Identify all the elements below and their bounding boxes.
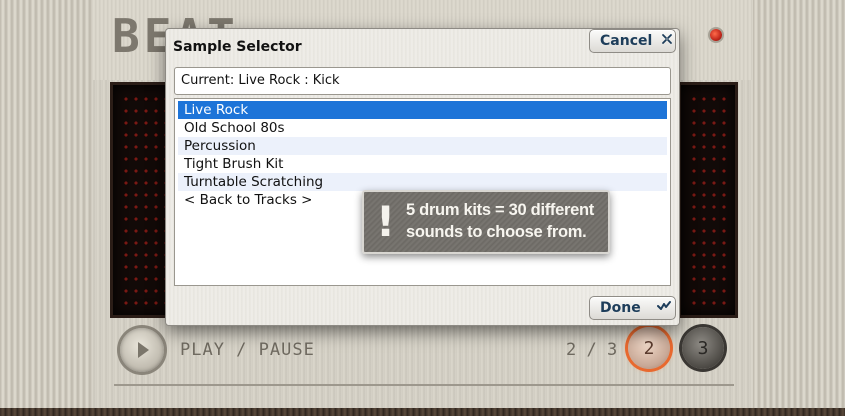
right-side-rail <box>753 0 845 408</box>
callout-line-1: 5 drum kits = 30 different <box>406 201 594 219</box>
list-item-turntable-scratching[interactable]: Turntable Scratching <box>178 173 667 191</box>
current-sample-field: Current: Live Rock : Kick <box>174 67 671 95</box>
callout-text: 5 drum kits = 30 different sounds to cho… <box>406 199 606 243</box>
power-led <box>710 29 722 41</box>
list-item-live-rock[interactable]: Live Rock <box>178 101 667 119</box>
cancel-label: Cancel <box>600 33 653 49</box>
page-indicator: 2 / 3 <box>566 340 618 360</box>
checkmark-icon <box>656 300 671 316</box>
list-item-tight-brush-kit[interactable]: Tight Brush Kit <box>178 155 667 173</box>
divider <box>114 384 734 386</box>
play-pause-button[interactable] <box>120 328 164 372</box>
list-item-old-school-80s[interactable]: Old School 80s <box>178 119 667 137</box>
sample-selector-dialog: Sample Selector Cancel Current: Live Roc… <box>166 29 679 325</box>
done-button[interactable]: Done <box>589 296 676 320</box>
cancel-button[interactable]: Cancel <box>589 29 676 53</box>
page-3-button[interactable]: 3 <box>682 327 724 369</box>
callout-line-2: sounds to choose from. <box>406 223 587 241</box>
close-x-icon <box>661 33 673 49</box>
right-led-screen <box>678 82 738 318</box>
page-2-button[interactable]: 2 <box>628 327 670 369</box>
bottom-trim <box>0 408 845 416</box>
left-side-rail <box>0 0 92 408</box>
exclamation-icon: ! <box>376 197 396 246</box>
play-pause-label: PLAY / PAUSE <box>180 340 315 360</box>
list-item-percussion[interactable]: Percussion <box>178 137 667 155</box>
done-label: Done <box>600 300 641 316</box>
info-callout: ! 5 drum kits = 30 different sounds to c… <box>362 190 610 254</box>
dialog-title: Sample Selector <box>173 39 302 55</box>
